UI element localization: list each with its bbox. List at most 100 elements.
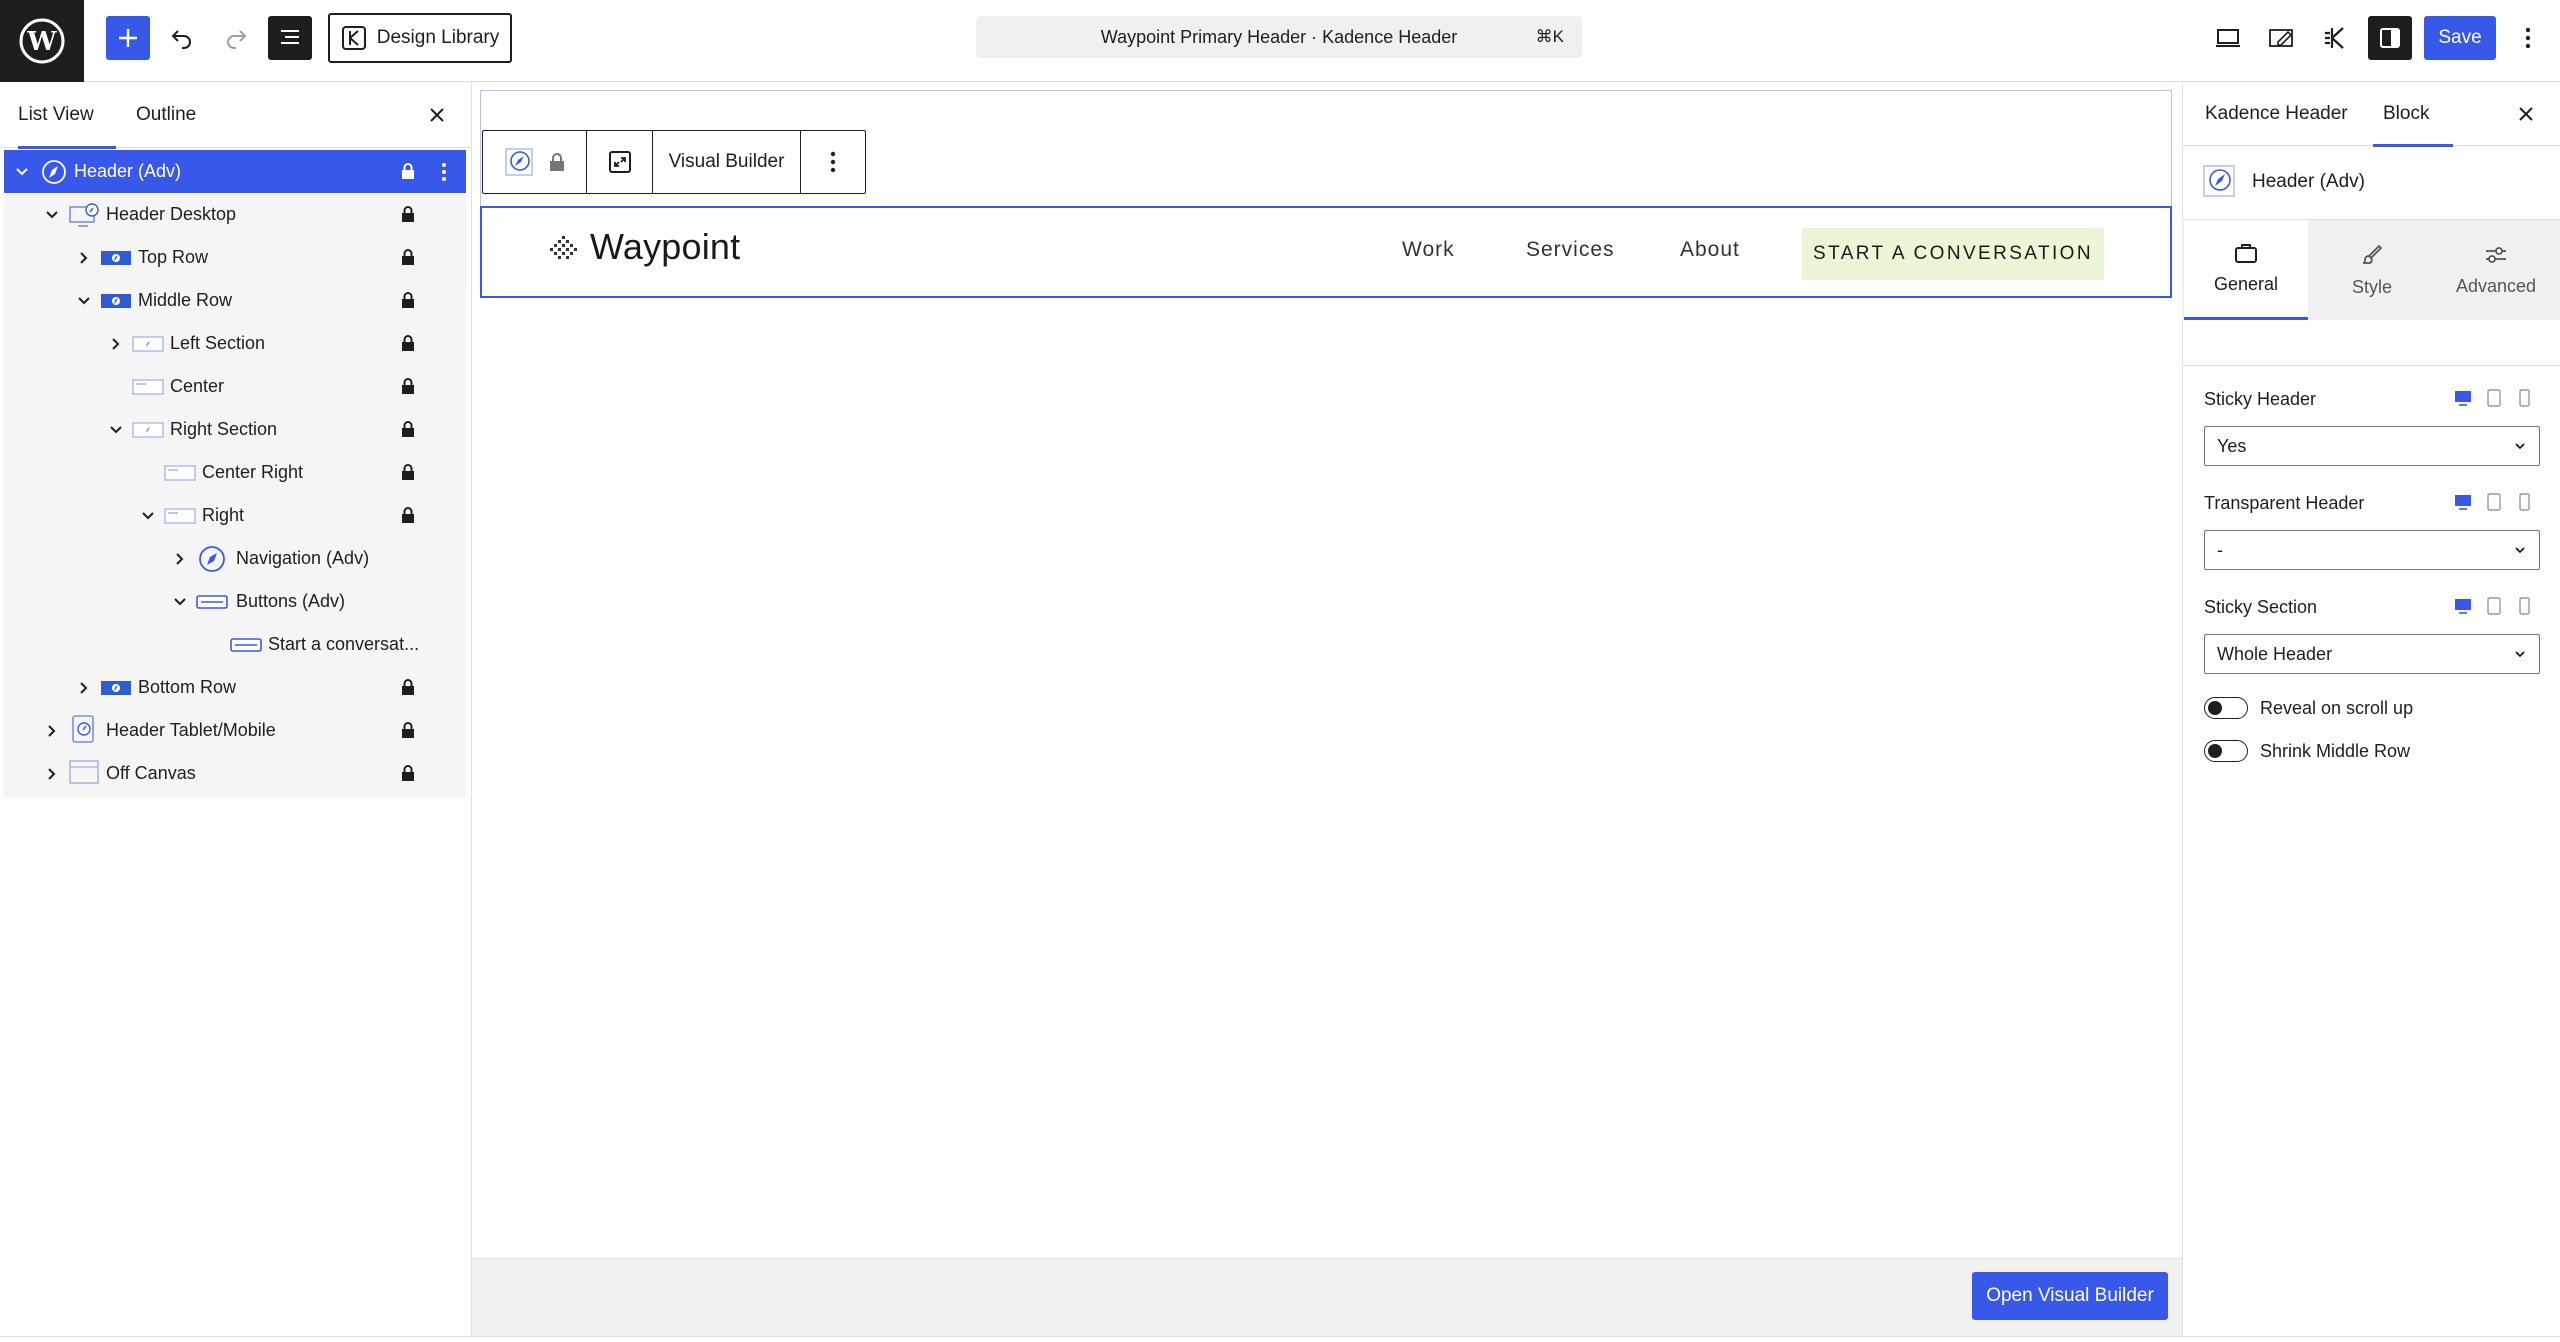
options-button[interactable]: [2508, 16, 2548, 60]
block-more-options-button[interactable]: [801, 131, 865, 193]
save-button[interactable]: Save: [2424, 16, 2496, 60]
tree-row-off-canvas[interactable]: Off Canvas: [4, 752, 466, 795]
nav-item-services[interactable]: Services: [1526, 238, 1615, 262]
reveal-on-scroll-toggle[interactable]: [2204, 697, 2248, 719]
close-settings-button[interactable]: [2512, 100, 2540, 128]
tree-row-header-desktop[interactable]: Header Desktop: [4, 193, 466, 236]
block-options-icon[interactable]: [434, 160, 454, 184]
chevron-down-icon[interactable]: [74, 291, 94, 311]
shrink-middle-row-toggle[interactable]: [2204, 740, 2248, 762]
tree-label: Navigation (Adv): [236, 548, 370, 568]
lock-icon: [400, 334, 416, 352]
chevron-right-icon[interactable]: [42, 764, 62, 784]
transparent-header-value: -: [2217, 539, 2223, 560]
document-title: Waypoint Primary Header · Kadence Header: [1100, 26, 1458, 47]
add-block-button[interactable]: [106, 16, 150, 60]
close-icon: [2519, 107, 2533, 121]
document-title-bar[interactable]: Waypoint Primary Header · Kadence Header…: [976, 16, 1582, 58]
settings-tabs: Kadence Header: [2183, 82, 2560, 146]
tree-row-header-adv[interactable]: Header (Adv): [4, 150, 466, 193]
transparent-header-select[interactable]: -: [2204, 530, 2540, 570]
tree-label: Bottom Row: [138, 677, 237, 697]
chevron-right-icon[interactable]: [74, 678, 94, 698]
tree-label: Off Canvas: [106, 763, 196, 783]
lock-icon[interactable]: [548, 152, 566, 172]
wordpress-logo-icon[interactable]: W: [0, 0, 84, 82]
svg-text:W: W: [26, 27, 57, 57]
subtab-style[interactable]: Style: [2310, 220, 2434, 320]
tree-row-start-conversation[interactable]: Start a conversat...: [4, 623, 466, 666]
undo-button[interactable]: [160, 16, 204, 60]
kadence-header-icon: [38, 158, 70, 186]
tree-row-bottom-row[interactable]: Bottom Row: [4, 666, 466, 709]
chevron-down-icon[interactable]: [170, 592, 190, 612]
command-shortcut: ⌘K: [1535, 27, 1564, 46]
nav-item-about[interactable]: About: [1680, 238, 1740, 262]
settings-sidebar-button[interactable]: [2368, 16, 2412, 60]
subtab-style-label: Style: [2351, 276, 2393, 297]
tab-kadence-header[interactable]: Kadence Header: [2205, 82, 2348, 146]
tree-row-right[interactable]: Right: [4, 494, 466, 537]
block-card-title: Header (Adv): [2252, 171, 2365, 192]
tree-row-center-right[interactable]: Center Right: [4, 451, 466, 494]
block-type-segment[interactable]: [483, 131, 587, 193]
document-overview-button[interactable]: [268, 16, 312, 60]
tree-row-right-section[interactable]: Right Section: [4, 408, 466, 451]
chevron-down-icon: [2515, 651, 2525, 658]
close-icon: [430, 108, 444, 122]
lock-icon: [400, 721, 416, 739]
tree-row-top-row[interactable]: Top Row: [4, 236, 466, 279]
lock-icon: [400, 205, 416, 223]
transparent-header-label: Transparent Header: [2204, 493, 2365, 513]
chevron-right-icon[interactable]: [42, 721, 62, 741]
close-list-view-button[interactable]: [424, 102, 450, 128]
site-title: Waypoint: [590, 226, 741, 267]
transform-button[interactable]: [587, 131, 653, 193]
chevron-right-icon[interactable]: [170, 549, 190, 569]
device-toggle-icons[interactable]: [2454, 596, 2544, 616]
preview-button[interactable]: [2206, 16, 2250, 60]
off-canvas-icon: [68, 758, 100, 786]
sticky-section-select[interactable]: Whole Header: [2204, 634, 2540, 674]
row-layout-icon: [100, 287, 132, 315]
device-toggle-icons[interactable]: [2454, 388, 2544, 408]
tree-row-buttons-adv[interactable]: Buttons (Adv): [4, 580, 466, 623]
shrink-middle-row-toggle-row[interactable]: Shrink Middle Row: [2204, 738, 2410, 764]
tree-row-middle-row[interactable]: Middle Row: [4, 279, 466, 322]
site-logo[interactable]: Waypoint: [548, 226, 740, 268]
open-visual-builder-button[interactable]: Open Visual Builder: [1972, 1272, 2168, 1320]
device-toggle-icons[interactable]: [2454, 492, 2544, 512]
design-library-button[interactable]: Design Library: [328, 13, 512, 63]
edit-mode-button[interactable]: [2260, 16, 2304, 60]
tab-list-view[interactable]: List View: [18, 82, 116, 149]
chevron-down-icon[interactable]: [106, 420, 126, 440]
tab-outline[interactable]: Outline: [136, 82, 196, 148]
redo-button[interactable]: [214, 16, 258, 60]
waypoint-logo-icon: [550, 236, 577, 259]
chevron-down-icon[interactable]: [12, 162, 32, 182]
nav-item-work[interactable]: Work: [1402, 238, 1455, 262]
chevron-right-icon[interactable]: [106, 334, 126, 354]
chevron-right-icon[interactable]: [74, 248, 94, 268]
kadence-controls-button[interactable]: [2314, 16, 2358, 60]
tree-row-navigation-adv[interactable]: Navigation (Adv): [4, 537, 466, 580]
start-conversation-button[interactable]: START A CONVERSATION: [1802, 228, 2104, 280]
subtab-advanced[interactable]: Advanced: [2434, 220, 2558, 320]
tree-label: Header (Adv): [74, 161, 182, 181]
tree-row-header-tablet-mobile[interactable]: Header Tablet/Mobile: [4, 709, 466, 752]
subtab-advanced-label: Advanced: [2455, 275, 2537, 296]
navigation-compass-icon: [196, 545, 228, 573]
tab-block[interactable]: Block: [2372, 82, 2455, 147]
list-view-tabs: List View Outline: [0, 82, 471, 149]
reveal-on-scroll-toggle-row[interactable]: Reveal on scroll up: [2204, 695, 2413, 721]
subtab-general[interactable]: General: [2184, 220, 2308, 320]
sticky-header-select[interactable]: Yes: [2204, 426, 2540, 466]
lock-icon: [400, 291, 416, 309]
visual-builder-button[interactable]: Visual Builder: [653, 131, 801, 193]
tree-row-left-section[interactable]: Left Section: [4, 322, 466, 365]
section-icon: [132, 330, 164, 358]
chevron-down-icon[interactable]: [42, 205, 62, 225]
tree-row-center[interactable]: Center: [4, 365, 466, 408]
lock-icon: [400, 463, 416, 481]
chevron-down-icon[interactable]: [138, 506, 158, 526]
